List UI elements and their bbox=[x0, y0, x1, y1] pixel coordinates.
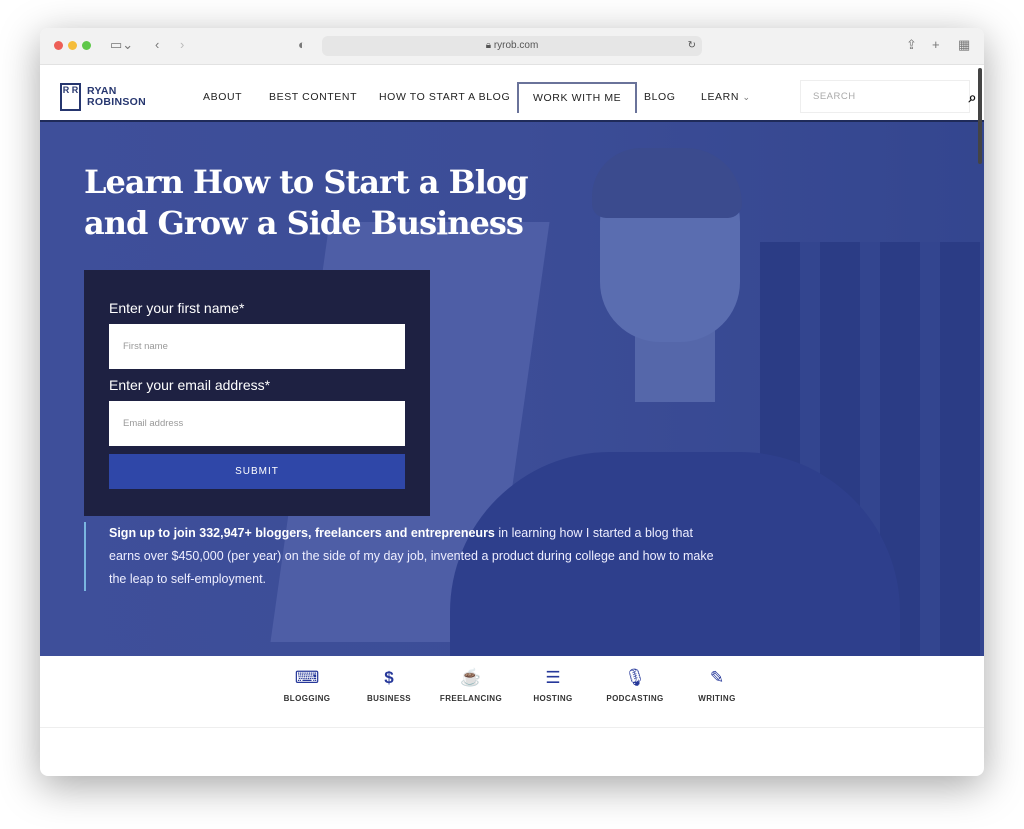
nav-about[interactable]: ABOUT bbox=[203, 65, 242, 122]
hero-blurb: Sign up to join 332,947+ bloggers, freel… bbox=[84, 522, 724, 591]
nav-blog[interactable]: BLOG bbox=[644, 65, 676, 122]
search-input[interactable]: SEARCH ⌕ bbox=[800, 80, 976, 113]
url-text: ryrob.com bbox=[493, 40, 539, 51]
sidebar-icon[interactable]: ▭⌄ bbox=[110, 37, 133, 53]
category-writing[interactable]: ✎ WRITING bbox=[676, 656, 758, 727]
hero-title: Learn How to Start a Blog and Grow a Side… bbox=[84, 163, 529, 242]
pencil-icon: ✎ bbox=[709, 668, 725, 687]
email-label: Enter your email address* bbox=[109, 377, 271, 393]
new-tab-icon[interactable]: + bbox=[932, 37, 940, 52]
logo-mark: R R bbox=[60, 83, 81, 111]
category-hosting[interactable]: ☰ HOSTING bbox=[512, 656, 594, 727]
coffee-icon: ☕ bbox=[460, 668, 482, 687]
address-bar[interactable]: 🔒︎ ryrob.com ↻ bbox=[322, 36, 702, 56]
nav-best-content[interactable]: BEST CONTENT bbox=[269, 65, 357, 122]
nav-work-with-me[interactable]: WORK WITH ME bbox=[517, 82, 638, 113]
minimize-button[interactable] bbox=[68, 41, 77, 50]
browser-toolbar: ▭⌄ ‹ › ◐ 🔒︎ ryrob.com ↻ ⇪ + ▦ bbox=[40, 28, 984, 65]
logo[interactable]: R R RYAN ROBINSON bbox=[60, 83, 146, 111]
site-header: R R RYAN ROBINSON ABOUT BEST CONTENT HOW … bbox=[40, 65, 984, 122]
tab-overview-icon[interactable]: ▦ bbox=[958, 37, 970, 53]
first-name-input[interactable]: First name bbox=[109, 324, 405, 369]
hero-photo-hair bbox=[592, 148, 742, 218]
search-icon[interactable]: ⌕ bbox=[969, 89, 977, 106]
signup-form: Enter your first name* First name Enter … bbox=[84, 270, 430, 516]
reload-icon[interactable]: ↻ bbox=[688, 36, 696, 56]
category-freelancing[interactable]: ☕ FREELANCING bbox=[430, 656, 512, 727]
first-name-label: Enter your first name* bbox=[109, 300, 245, 316]
server-icon: ☰ bbox=[545, 668, 561, 687]
back-icon[interactable]: ‹ bbox=[155, 37, 159, 52]
category-blogging[interactable]: ⌨ BLOGGING bbox=[266, 656, 348, 727]
forward-icon[interactable]: › bbox=[180, 37, 184, 52]
share-icon[interactable]: ⇪ bbox=[906, 37, 917, 53]
lock-icon: 🔒︎ bbox=[485, 40, 494, 51]
submit-button[interactable]: SUBMIT bbox=[109, 454, 405, 489]
scrollbar[interactable] bbox=[978, 68, 982, 164]
chevron-down-icon: ⌄ bbox=[742, 92, 751, 102]
dollar-icon: $ bbox=[384, 668, 394, 687]
logo-line2: ROBINSON bbox=[87, 96, 146, 108]
category-business[interactable]: $ BUSINESS bbox=[348, 656, 430, 727]
browser-window: ▭⌄ ‹ › ◐ 🔒︎ ryrob.com ↻ ⇪ + ▦ R R RYAN ROB… bbox=[40, 28, 984, 776]
category-podcasting[interactable]: 🎙 PODCASTING bbox=[594, 656, 676, 727]
keyboard-icon: ⌨ bbox=[294, 668, 320, 687]
hero-section: Learn How to Start a Blog and Grow a Side… bbox=[40, 122, 984, 656]
nav-learn[interactable]: LEARN ⌄ bbox=[701, 65, 751, 122]
maximize-button[interactable] bbox=[82, 41, 91, 50]
microphone-icon: 🎙 bbox=[624, 668, 646, 687]
email-input[interactable]: Email address bbox=[109, 401, 405, 446]
shield-icon[interactable]: ◐ bbox=[298, 37, 306, 52]
close-button[interactable] bbox=[54, 41, 63, 50]
category-bar: ⌨ BLOGGING $ BUSINESS ☕ FREELANCING ☰ HOSTIN… bbox=[40, 656, 984, 728]
nav-how-to-start-a-blog[interactable]: HOW TO START A BLOG bbox=[379, 65, 510, 122]
